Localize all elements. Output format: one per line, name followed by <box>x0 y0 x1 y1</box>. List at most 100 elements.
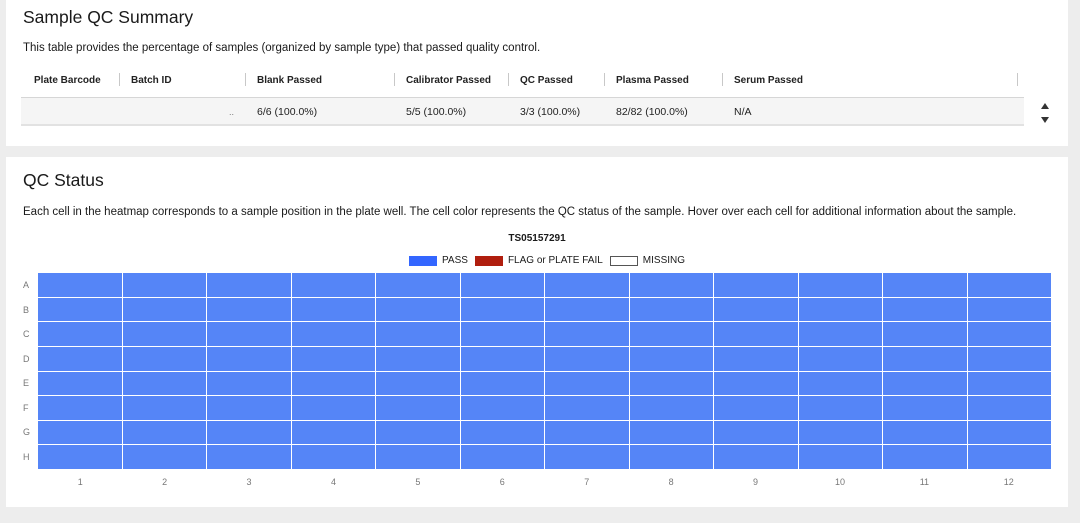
well-cell-e1[interactable] <box>38 371 122 396</box>
well-cell-b9[interactable] <box>714 297 798 322</box>
legend-item-flag[interactable]: FLAG or PLATE FAIL <box>474 255 603 266</box>
well-cell-d2[interactable] <box>122 346 206 371</box>
column-header-plasma-passed[interactable]: Plasma Passed <box>616 75 689 86</box>
well-cell-g8[interactable] <box>629 420 713 445</box>
column-resize-handle[interactable] <box>722 73 723 86</box>
well-cell-h1[interactable] <box>38 445 122 469</box>
well-cell-h10[interactable] <box>798 445 882 469</box>
well-cell-g12[interactable] <box>967 420 1051 445</box>
well-cell-f10[interactable] <box>798 396 882 420</box>
well-cell-b11[interactable] <box>883 297 967 322</box>
well-cell-g1[interactable] <box>38 420 122 445</box>
well-cell-f9[interactable] <box>714 396 798 420</box>
well-cell-d4[interactable] <box>291 346 375 371</box>
well-cell-c7[interactable] <box>545 322 629 346</box>
well-cell-b12[interactable] <box>967 297 1051 322</box>
column-header-calibrator-passed[interactable]: Calibrator Passed <box>406 75 491 86</box>
well-cell-g2[interactable] <box>122 420 206 445</box>
column-resize-handle[interactable] <box>245 73 246 86</box>
legend-item-pass[interactable]: PASS <box>409 255 468 266</box>
scroll-down-arrow-icon[interactable] <box>1040 116 1050 124</box>
well-cell-h2[interactable] <box>122 445 206 469</box>
well-cell-g11[interactable] <box>883 420 967 445</box>
well-cell-b6[interactable] <box>460 297 544 322</box>
well-cell-a5[interactable] <box>376 273 460 297</box>
well-cell-h7[interactable] <box>545 445 629 469</box>
well-cell-b4[interactable] <box>291 297 375 322</box>
column-header-blank-passed[interactable]: Blank Passed <box>257 75 322 86</box>
well-cell-c5[interactable] <box>376 322 460 346</box>
well-cell-e6[interactable] <box>460 371 544 396</box>
well-cell-f8[interactable] <box>629 396 713 420</box>
well-cell-f11[interactable] <box>883 396 967 420</box>
well-cell-d3[interactable] <box>207 346 291 371</box>
well-cell-b2[interactable] <box>122 297 206 322</box>
well-cell-g6[interactable] <box>460 420 544 445</box>
column-resize-handle[interactable] <box>508 73 509 86</box>
well-cell-e10[interactable] <box>798 371 882 396</box>
well-cell-c1[interactable] <box>38 322 122 346</box>
well-cell-f2[interactable] <box>122 396 206 420</box>
well-cell-d8[interactable] <box>629 346 713 371</box>
well-cell-d9[interactable] <box>714 346 798 371</box>
well-cell-g3[interactable] <box>207 420 291 445</box>
well-cell-a3[interactable] <box>207 273 291 297</box>
well-cell-b10[interactable] <box>798 297 882 322</box>
well-cell-b8[interactable] <box>629 297 713 322</box>
well-cell-d1[interactable] <box>38 346 122 371</box>
well-cell-c11[interactable] <box>883 322 967 346</box>
well-cell-g7[interactable] <box>545 420 629 445</box>
well-cell-b7[interactable] <box>545 297 629 322</box>
well-cell-e11[interactable] <box>883 371 967 396</box>
well-cell-h8[interactable] <box>629 445 713 469</box>
well-cell-g5[interactable] <box>376 420 460 445</box>
legend-item-missing[interactable]: MISSING <box>609 255 685 266</box>
well-cell-e4[interactable] <box>291 371 375 396</box>
well-cell-g9[interactable] <box>714 420 798 445</box>
well-cell-e8[interactable] <box>629 371 713 396</box>
well-cell-c6[interactable] <box>460 322 544 346</box>
well-cell-e5[interactable] <box>376 371 460 396</box>
column-resize-handle[interactable] <box>1017 73 1018 86</box>
well-cell-h12[interactable] <box>967 445 1051 469</box>
well-cell-f3[interactable] <box>207 396 291 420</box>
well-cell-a6[interactable] <box>460 273 544 297</box>
well-cell-b3[interactable] <box>207 297 291 322</box>
column-header-plate-barcode[interactable]: Plate Barcode <box>34 75 101 86</box>
well-cell-e2[interactable] <box>122 371 206 396</box>
well-cell-c10[interactable] <box>798 322 882 346</box>
well-cell-e12[interactable] <box>967 371 1051 396</box>
well-cell-f7[interactable] <box>545 396 629 420</box>
well-cell-b5[interactable] <box>376 297 460 322</box>
column-resize-handle[interactable] <box>394 73 395 86</box>
well-cell-a8[interactable] <box>629 273 713 297</box>
well-cell-f12[interactable] <box>967 396 1051 420</box>
well-cell-g4[interactable] <box>291 420 375 445</box>
well-cell-a7[interactable] <box>545 273 629 297</box>
well-cell-a12[interactable] <box>967 273 1051 297</box>
well-cell-a10[interactable] <box>798 273 882 297</box>
well-cell-c8[interactable] <box>629 322 713 346</box>
well-cell-d11[interactable] <box>883 346 967 371</box>
well-cell-a1[interactable] <box>38 273 122 297</box>
well-cell-c2[interactable] <box>122 322 206 346</box>
well-cell-h11[interactable] <box>883 445 967 469</box>
well-cell-g10[interactable] <box>798 420 882 445</box>
well-cell-a9[interactable] <box>714 273 798 297</box>
well-cell-c4[interactable] <box>291 322 375 346</box>
well-cell-e9[interactable] <box>714 371 798 396</box>
well-cell-e3[interactable] <box>207 371 291 396</box>
table-row[interactable]: .. 6/6 (100.0%) 5/5 (100.0%) 3/3 (100.0%… <box>21 98 1024 126</box>
well-cell-d5[interactable] <box>376 346 460 371</box>
well-cell-h4[interactable] <box>291 445 375 469</box>
well-cell-d10[interactable] <box>798 346 882 371</box>
well-cell-h9[interactable] <box>714 445 798 469</box>
well-cell-f6[interactable] <box>460 396 544 420</box>
well-cell-f5[interactable] <box>376 396 460 420</box>
column-header-qc-passed[interactable]: QC Passed <box>520 75 573 86</box>
well-cell-h6[interactable] <box>460 445 544 469</box>
column-resize-handle[interactable] <box>119 73 120 86</box>
well-cell-h3[interactable] <box>207 445 291 469</box>
well-cell-d12[interactable] <box>967 346 1051 371</box>
well-cell-a11[interactable] <box>883 273 967 297</box>
